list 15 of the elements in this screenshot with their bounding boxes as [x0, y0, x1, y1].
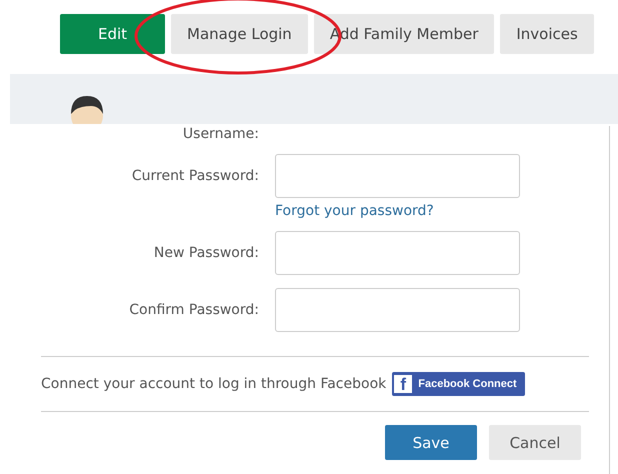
facebook-connect-text: Connect your account to log in through Facebook — [41, 376, 386, 392]
forgot-password-link[interactable]: Forgot your password? — [275, 203, 589, 219]
cancel-button[interactable]: Cancel — [489, 425, 581, 460]
field-label: Username: — [182, 126, 260, 142]
password-field[interactable] — [275, 288, 520, 332]
save-button[interactable]: Save — [385, 425, 477, 460]
password-field[interactable] — [275, 154, 520, 198]
tab-button[interactable]: Manage Login — [171, 14, 308, 54]
tab-button[interactable]: Edit — [60, 14, 165, 54]
password-field[interactable] — [275, 231, 520, 275]
field-label: New Password: — [152, 244, 260, 263]
field-label: Confirm Password: — [128, 301, 260, 320]
field-label: Current Password: — [130, 167, 260, 186]
facebook-connect-button[interactable]: f Facebook Connect — [392, 372, 525, 396]
tab-button[interactable]: Invoices — [500, 14, 594, 54]
